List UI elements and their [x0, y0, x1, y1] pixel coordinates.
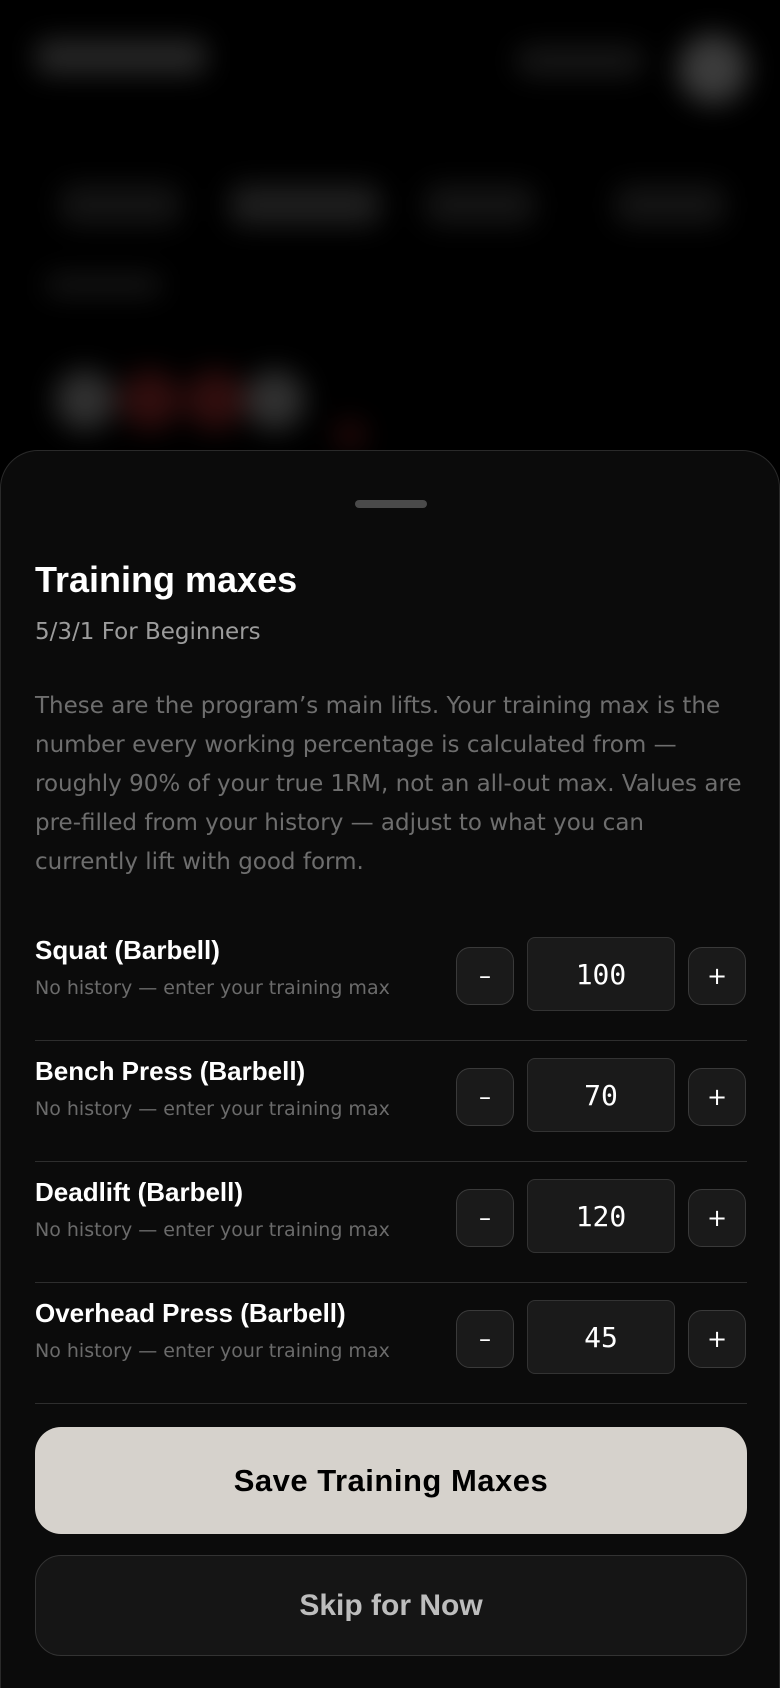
decrement-button[interactable]: –	[456, 1189, 514, 1247]
lift-hint: No history — enter your training max	[35, 1219, 390, 1241]
background-tab	[230, 185, 380, 225]
background-header-pill	[515, 46, 645, 76]
lift-name: Bench Press (Barbell)	[35, 1056, 306, 1086]
background-dot	[120, 370, 180, 430]
training-max-input[interactable]	[527, 1179, 675, 1253]
increment-button[interactable]: +	[688, 1068, 746, 1126]
increment-button[interactable]: +	[688, 1310, 746, 1368]
increment-button[interactable]: +	[688, 947, 746, 1005]
increment-button[interactable]: +	[688, 1189, 746, 1247]
background-subheading	[46, 275, 161, 295]
training-max-input[interactable]	[527, 1300, 675, 1374]
lift-row-bench-press: Bench Press (Barbell) No history — enter…	[35, 1041, 747, 1162]
skip-for-now-button[interactable]: Skip for Now	[35, 1555, 747, 1656]
decrement-button[interactable]: –	[456, 947, 514, 1005]
background-app-blurred	[0, 0, 780, 480]
lift-hint: No history — enter your training max	[35, 1340, 390, 1362]
training-max-input[interactable]	[527, 937, 675, 1011]
background-logo	[36, 40, 206, 74]
lift-row-squat: Squat (Barbell) No history — enter your …	[35, 920, 747, 1041]
sheet-description: These are the program’s main lifts. Your…	[35, 693, 742, 875]
lift-hint: No history — enter your training max	[35, 977, 390, 999]
decrement-button[interactable]: –	[456, 1310, 514, 1368]
sheet-grabber-handle[interactable]	[355, 500, 427, 508]
lift-name: Deadlift (Barbell)	[35, 1177, 244, 1207]
background-dot	[185, 370, 245, 430]
training-maxes-sheet: Training maxes 5/3/1 For Beginners These…	[0, 450, 780, 1688]
background-tab	[425, 185, 535, 225]
lift-row-deadlift: Deadlift (Barbell) No history — enter yo…	[35, 1162, 747, 1283]
background-dot	[335, 420, 365, 450]
background-tab	[615, 185, 725, 225]
background-avatar	[678, 34, 748, 104]
background-dot	[55, 370, 115, 430]
lift-name: Squat (Barbell)	[35, 935, 220, 965]
program-name: 5/3/1 For Beginners	[35, 619, 261, 645]
save-training-maxes-button[interactable]: Save Training Maxes	[35, 1427, 747, 1534]
lift-list: Squat (Barbell) No history — enter your …	[35, 920, 747, 1404]
background-tab	[60, 185, 180, 225]
training-max-input[interactable]	[527, 1058, 675, 1132]
decrement-button[interactable]: –	[456, 1068, 514, 1126]
sheet-title: Training maxes	[35, 559, 298, 600]
background-dot	[245, 370, 305, 430]
lift-row-overhead-press: Overhead Press (Barbell) No history — en…	[35, 1283, 747, 1404]
lift-hint: No history — enter your training max	[35, 1098, 390, 1120]
lift-name: Overhead Press (Barbell)	[35, 1298, 346, 1328]
